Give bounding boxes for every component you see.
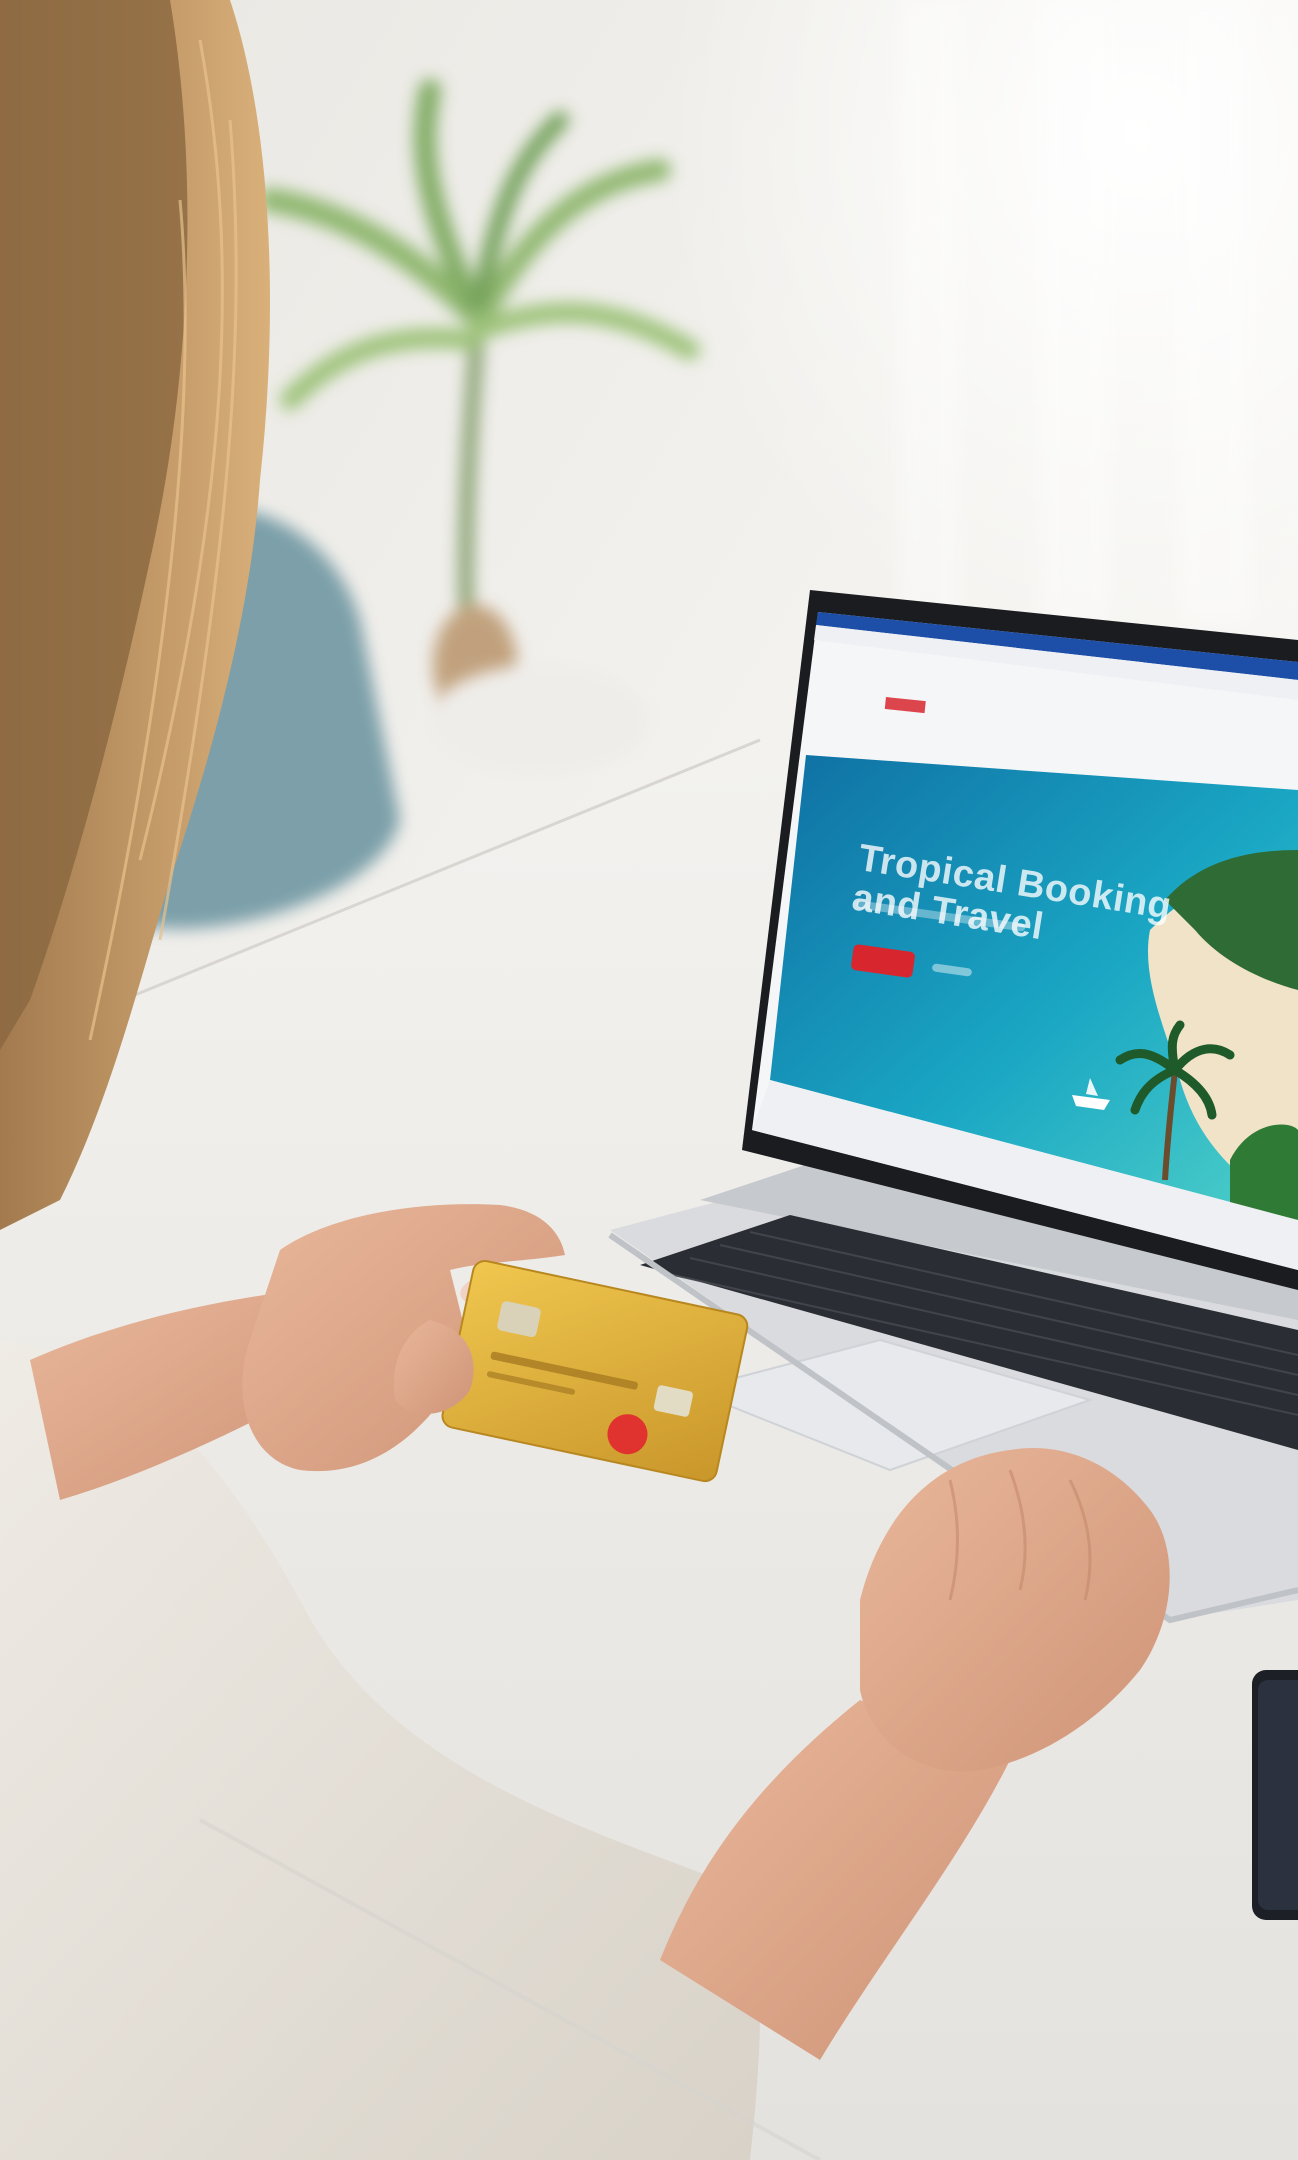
curtain	[900, 0, 1250, 620]
photo-scene	[0, 0, 1298, 2160]
side-table	[430, 665, 650, 775]
